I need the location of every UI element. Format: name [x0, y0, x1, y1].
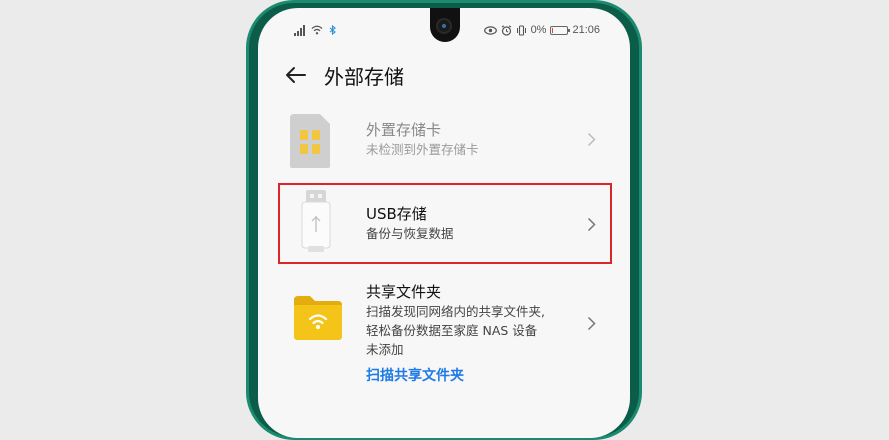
item-subtitle-line: 未添加: [366, 342, 404, 357]
chevron-right-icon: [587, 316, 596, 331]
list-item-sd-card[interactable]: 外置存储卡 未检测到外置存储卡: [280, 106, 612, 170]
item-subtitle: 未检测到外置存储卡: [366, 142, 479, 157]
item-title: 外置存储卡: [366, 121, 442, 139]
back-arrow-icon: [286, 67, 306, 83]
clock: 21:06: [572, 24, 600, 36]
chevron-right-icon: [587, 132, 596, 147]
sim-card-icon: [290, 114, 330, 172]
eye-icon: [483, 25, 497, 35]
list-item-shared-folder[interactable]: 共享文件夹 扫描发现同网络内的共享文件夹, 轻松备份数据至家庭 NAS 设备 未…: [280, 272, 612, 402]
vibrate-icon: [516, 24, 526, 36]
front-camera-icon: [436, 18, 452, 34]
back-button[interactable]: [284, 63, 308, 87]
wifi-icon: [311, 25, 323, 35]
item-subtitle-line: 扫描发现同网络内的共享文件夹,: [366, 304, 545, 319]
item-subtitle-line: 轻松备份数据至家庭 NAS 设备: [366, 323, 538, 338]
status-bar-right: 0% 21:06: [483, 22, 600, 38]
shared-folder-icon: [292, 294, 344, 344]
page-title: 外部存储: [324, 64, 404, 89]
item-title: 共享文件夹: [366, 283, 442, 301]
status-bar-left: [294, 22, 336, 38]
highlight-box: [278, 183, 612, 264]
signal-icon: [294, 24, 305, 36]
scan-shared-folder-link[interactable]: 扫描共享文件夹: [366, 365, 545, 387]
page-header: 外部存储: [284, 60, 404, 90]
battery-icon: [550, 25, 571, 35]
alarm-icon: [501, 24, 511, 36]
battery-percent: 0%: [530, 24, 547, 36]
bluetooth-icon: [329, 25, 336, 35]
phone-screen: 0% 21:06 外部存储 外置存储卡 未检测到外置存储卡 USB存储 备份与恢…: [258, 8, 630, 438]
